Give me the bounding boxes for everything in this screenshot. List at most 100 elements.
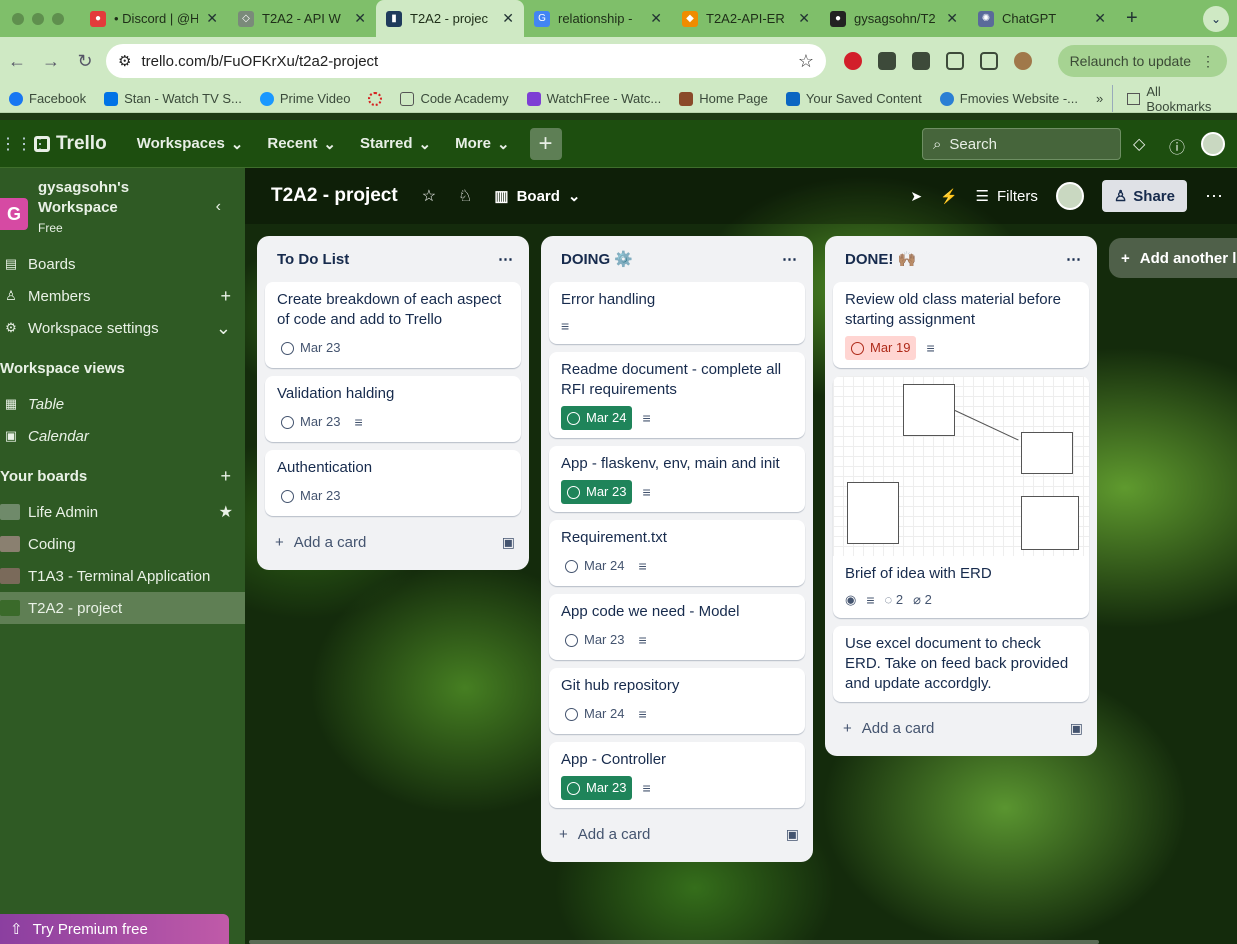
url-field[interactable]: ⚙ trello.com/b/FuOFKrXu/t2a2-project ☆ xyxy=(106,44,826,78)
browser-tab[interactable]: G relationship - ✕ xyxy=(524,0,672,37)
puzzle-icon[interactable] xyxy=(946,52,964,70)
bookmark-folder[interactable]: Code Academy xyxy=(391,91,517,106)
browser-tab[interactable]: ✺ ChatGPT ✕ xyxy=(968,0,1116,37)
trello-logo[interactable]: Trello xyxy=(34,133,107,155)
add-member-icon[interactable]: + xyxy=(220,286,231,307)
create-button[interactable]: + xyxy=(529,127,562,160)
bookmark-item[interactable]: Home Page xyxy=(670,91,777,106)
all-bookmarks-folder[interactable]: All Bookmarks xyxy=(1112,85,1237,112)
due-date-badge[interactable]: Mar 23 xyxy=(277,336,344,360)
more-horizontal-icon[interactable]: ⋯ xyxy=(1205,186,1223,207)
add-board-icon[interactable]: + xyxy=(220,466,231,487)
board-title[interactable]: T2A2 - project xyxy=(271,185,398,207)
sidebar-board-t2a2[interactable]: T2A2 - project xyxy=(0,592,245,624)
card[interactable]: Create breakdown of each aspect of code … xyxy=(265,282,521,368)
add-card-button[interactable]: + Add a card ▣ xyxy=(265,524,521,560)
template-icon[interactable]: ▣ xyxy=(786,826,799,843)
member-avatar[interactable] xyxy=(1055,182,1084,210)
card[interactable]: App - flaskenv, env, main and init Mar 2… xyxy=(549,446,805,512)
extension-icon[interactable] xyxy=(878,52,896,70)
close-window-icon[interactable] xyxy=(12,12,24,25)
chevron-down-icon[interactable]: ⌄ xyxy=(1203,6,1229,32)
star-icon[interactable]: ☆ xyxy=(422,186,436,206)
extension-icon[interactable] xyxy=(912,52,930,70)
bookmark-item[interactable] xyxy=(359,91,391,106)
opera-extension-icon[interactable] xyxy=(844,52,862,70)
bookmark-item[interactable]: Stan - Watch TV S... xyxy=(95,91,251,106)
side-panel-icon[interactable] xyxy=(980,52,998,70)
recent-menu[interactable]: Recent ⌄ xyxy=(255,135,348,153)
sidebar-item-boards[interactable]: ▤ Boards xyxy=(0,248,245,280)
due-date-badge[interactable]: Mar 23 xyxy=(277,484,344,508)
search-input[interactable]: ⌕ Search xyxy=(922,128,1121,160)
list-menu-icon[interactable]: ⋯ xyxy=(782,250,797,268)
card[interactable]: Review old class material before startin… xyxy=(833,282,1089,368)
bookmark-item[interactable]: Your Saved Content xyxy=(777,91,931,106)
bookmark-item[interactable]: Fmovies Website -... xyxy=(931,91,1087,106)
notifications-icon[interactable]: ◇ xyxy=(1133,134,1145,154)
browser-tab-active[interactable]: ▮ T2A2 - projec ✕ xyxy=(376,0,524,37)
add-card-button[interactable]: + Add a card ▣ xyxy=(833,710,1089,746)
view-switcher[interactable]: ▥ Board ⌄ xyxy=(494,187,580,206)
sidebar-item-workspace-settings[interactable]: ⚙ Workspace settings ⌄ xyxy=(0,312,245,344)
filters-button[interactable]: ☰ Filters xyxy=(976,187,1038,206)
browser-tab[interactable]: ◇ T2A2 - API W ✕ xyxy=(228,0,376,37)
card[interactable]: App code we need - Model Mar 23 ≡ xyxy=(549,594,805,660)
card[interactable]: Error handling ≡ xyxy=(549,282,805,344)
automation-icon[interactable]: ⚡ xyxy=(940,188,957,205)
horizontal-scrollbar[interactable] xyxy=(249,940,1099,944)
collapse-sidebar-icon[interactable]: ‹ xyxy=(216,198,221,216)
browser-tab[interactable]: ● • Discord | @H ✕ xyxy=(80,0,228,37)
due-date-badge[interactable]: Mar 23 xyxy=(561,628,628,652)
starred-menu[interactable]: Starred ⌄ xyxy=(348,135,443,153)
star-filled-icon[interactable]: ★ xyxy=(219,502,233,522)
close-tab-icon[interactable]: ✕ xyxy=(1094,10,1106,27)
bookmark-item[interactable]: WatchFree - Watc... xyxy=(518,91,671,106)
add-card-button[interactable]: + Add a card ▣ xyxy=(549,816,805,852)
card[interactable]: Requirement.txt Mar 24 ≡ xyxy=(549,520,805,586)
sidebar-board-life-admin[interactable]: Life Admin ★ xyxy=(0,496,245,528)
help-icon[interactable]: ⓘ xyxy=(1169,134,1185,158)
due-date-badge-complete[interactable]: Mar 23 xyxy=(561,480,633,504)
sidebar-board-coding[interactable]: Coding xyxy=(0,528,245,560)
reload-icon[interactable]: ↻ xyxy=(68,51,102,72)
card[interactable]: App - Controller Mar 23 ≡ xyxy=(549,742,805,808)
template-icon[interactable]: ▣ xyxy=(502,534,515,551)
due-date-badge-complete[interactable]: Mar 23 xyxy=(561,776,633,800)
share-button[interactable]: ♙ Share xyxy=(1101,180,1187,212)
minimize-window-icon[interactable] xyxy=(32,12,44,25)
due-date-badge-complete[interactable]: Mar 24 xyxy=(561,406,633,430)
close-tab-icon[interactable]: ✕ xyxy=(206,10,218,27)
visibility-icon[interactable]: ♘ xyxy=(458,186,472,206)
bookmark-item[interactable]: Prime Video xyxy=(251,91,360,106)
card[interactable]: Use excel document to check ERD. Take on… xyxy=(833,626,1089,702)
close-tab-icon[interactable]: ✕ xyxy=(354,10,366,27)
more-bookmarks-icon[interactable]: » xyxy=(1087,91,1112,106)
template-icon[interactable]: ▣ xyxy=(1070,720,1083,737)
sidebar-item-table[interactable]: ▦ Table xyxy=(0,388,245,420)
relaunch-button[interactable]: Relaunch to update ⋮ xyxy=(1057,45,1227,77)
browser-tab[interactable]: ◆ T2A2-API-ER ✕ xyxy=(672,0,820,37)
zoom-window-icon[interactable] xyxy=(52,12,64,25)
browser-tab[interactable]: ● gysagsohn/T2 ✕ xyxy=(820,0,968,37)
forward-icon[interactable]: → xyxy=(34,51,68,72)
account-avatar[interactable] xyxy=(1201,132,1225,156)
due-date-badge[interactable]: Mar 24 xyxy=(561,554,628,578)
close-tab-icon[interactable]: ✕ xyxy=(502,10,514,27)
chevron-down-icon[interactable]: ⌄ xyxy=(216,318,231,339)
back-icon[interactable]: ← xyxy=(0,51,34,72)
sidebar-item-members[interactable]: ♙ Members + xyxy=(0,280,245,312)
try-premium-button[interactable]: ⇧ Try Premium free xyxy=(0,914,229,944)
close-tab-icon[interactable]: ✕ xyxy=(798,10,810,27)
workspaces-menu[interactable]: Workspaces ⌄ xyxy=(125,135,256,153)
bookmark-star-icon[interactable]: ☆ xyxy=(798,51,814,72)
workspace-name[interactable]: gysagsohn's Workspace xyxy=(38,178,148,218)
card[interactable]: Validation halding Mar 23 ≡ xyxy=(265,376,521,442)
due-date-badge[interactable]: Mar 23 xyxy=(277,410,344,434)
more-menu[interactable]: More ⌄ xyxy=(443,135,521,153)
due-date-badge-overdue[interactable]: Mar 19 xyxy=(845,336,917,360)
add-list-button[interactable]: + Add another li xyxy=(1109,238,1237,278)
close-tab-icon[interactable]: ✕ xyxy=(650,10,662,27)
sidebar-item-calendar[interactable]: ▣ Calendar xyxy=(0,420,245,452)
power-ups-icon[interactable]: ➤ xyxy=(910,188,922,205)
